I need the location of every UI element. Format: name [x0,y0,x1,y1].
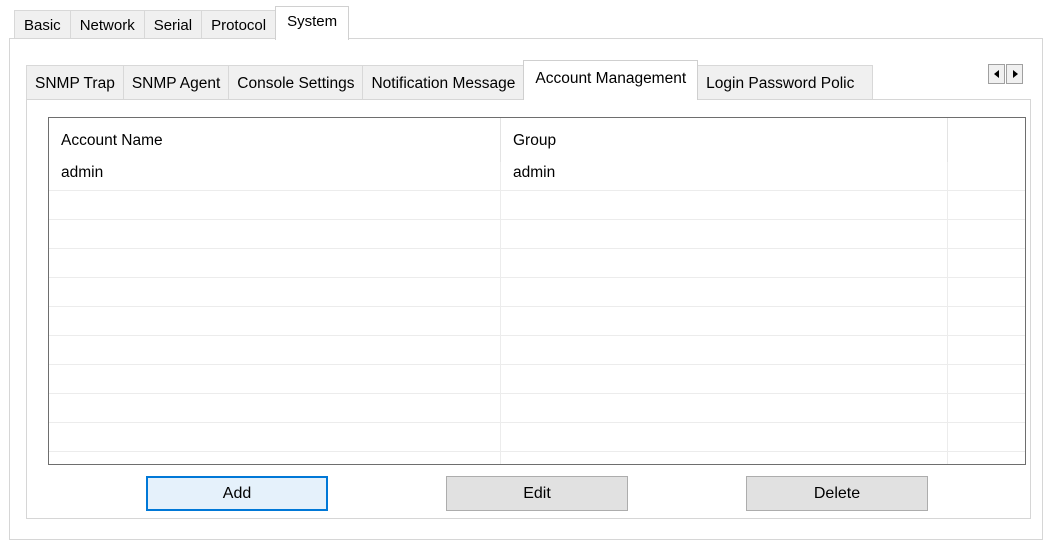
delete-button[interactable]: Delete [746,476,928,511]
table-row[interactable]: admin admin [49,162,1025,191]
empty-row [49,423,1025,452]
tab-login-password-policy[interactable]: Login Password Polic [697,65,874,100]
empty-row [49,365,1025,394]
empty-row [49,394,1025,423]
column-divider[interactable] [947,118,948,162]
empty-row [49,191,1025,220]
settings-window: Basic Network Serial Protocol System SNM… [0,0,1053,549]
tab-console-settings[interactable]: Console Settings [228,65,364,100]
tab-serial[interactable]: Serial [143,10,203,40]
tab-network[interactable]: Network [69,10,145,40]
tab-system[interactable]: System [275,6,350,40]
scroll-right-button[interactable] [1006,64,1023,84]
add-button[interactable]: Add [146,476,328,511]
column-header-account-name[interactable]: Account Name [49,118,500,162]
group-cell: admin [513,164,556,181]
tab-account-management[interactable]: Account Management [523,60,699,100]
tab-scroll-arrows [988,64,1024,84]
sub-tab-strip: SNMP Trap SNMP Agent Console Settings No… [26,60,1026,100]
empty-row [49,249,1025,278]
account-list[interactable]: Account Name Group admin admin [48,117,1026,465]
edit-button[interactable]: Edit [446,476,628,511]
empty-row [49,220,1025,249]
triangle-left-icon [993,70,999,78]
tab-snmp-agent[interactable]: SNMP Agent [122,65,230,100]
top-tab-strip: Basic Network Serial Protocol System [14,6,350,40]
empty-row [49,336,1025,365]
tab-snmp-trap[interactable]: SNMP Trap [26,65,124,100]
empty-row [49,278,1025,307]
account-name-cell: admin [61,164,104,181]
scroll-left-button[interactable] [988,64,1005,84]
triangle-right-icon [1012,70,1018,78]
tab-protocol[interactable]: Protocol [201,10,277,40]
empty-row [49,307,1025,336]
table-header: Account Name Group [49,118,1025,162]
tab-notification-message[interactable]: Notification Message [362,65,525,100]
tab-basic[interactable]: Basic [14,10,71,40]
column-header-group[interactable]: Group [501,118,947,162]
